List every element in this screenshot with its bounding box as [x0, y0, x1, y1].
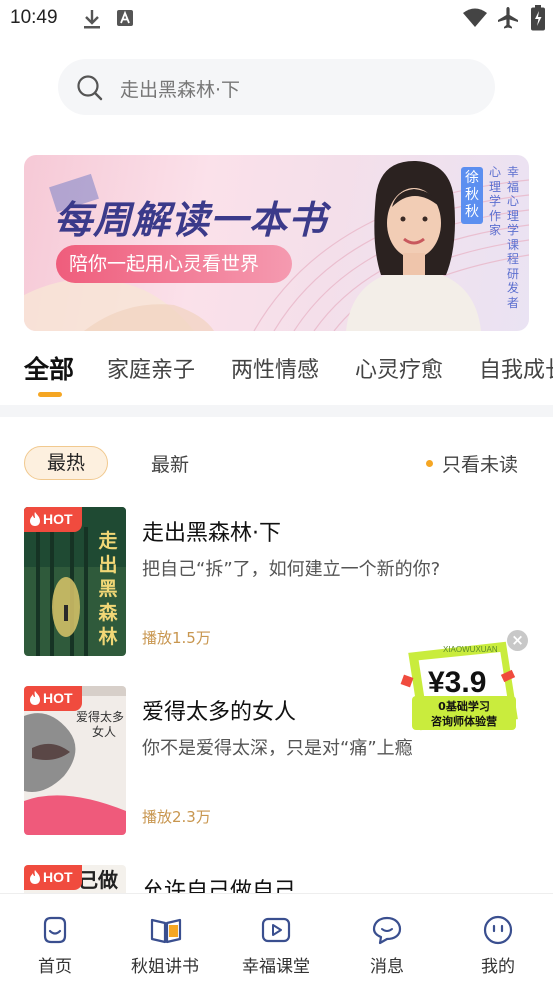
svg-text:森: 森 — [98, 601, 118, 624]
promo-banner[interactable]: 每周解读一本书 陪你一起用心灵看世界 徐秋秋 心理学作家 幸福心理学课程研发者 — [24, 155, 529, 331]
flame-icon — [30, 870, 40, 884]
hot-badge: HOT — [24, 686, 82, 711]
nav-messages[interactable]: 消息 — [332, 894, 442, 984]
nav-profile[interactable]: 我的 — [443, 894, 553, 984]
nav-profile-label: 我的 — [481, 957, 515, 977]
status-time: 10:49 — [10, 7, 58, 28]
nav-home-label: 首页 — [38, 957, 72, 977]
svg-text:爱得太多: 爱得太多 — [76, 709, 124, 724]
download-icon — [84, 10, 100, 29]
hot-badge-label: HOT — [43, 869, 73, 885]
unread-filter-dot — [426, 460, 433, 467]
hot-badge-label: HOT — [43, 511, 73, 527]
smile-icon — [43, 916, 67, 944]
text-app-icon — [117, 10, 133, 26]
book-description: 你不是爱得太深，只是对“痛”上瘾 — [142, 738, 413, 759]
filter-latest-button[interactable]: 最新 — [151, 450, 189, 477]
hot-badge-label: HOT — [43, 690, 73, 706]
nav-home[interactable]: 首页 — [0, 894, 110, 984]
battery-icon — [531, 5, 545, 31]
banner-title: 每周解读一本书 — [54, 198, 328, 242]
svg-text:出: 出 — [98, 553, 117, 576]
svg-text:己做: 己做 — [78, 868, 119, 892]
tab-relationships[interactable]: 两性情感 — [231, 352, 319, 384]
tab-healing[interactable]: 心灵疗愈 — [355, 352, 443, 384]
airplane-icon — [498, 7, 518, 29]
nav-book-talk-label: 秋姐讲书 — [131, 957, 199, 977]
ad-price: ¥3.9 — [428, 666, 486, 699]
svg-text:林: 林 — [98, 625, 117, 648]
play-icon — [261, 917, 291, 943]
category-tabs: 全部 家庭亲子 两性情感 心灵疗愈 自我成长 — [0, 352, 553, 392]
ad-brand: XIAOWUXUAN — [443, 645, 498, 654]
flame-icon — [30, 691, 40, 705]
search-icon — [77, 75, 103, 101]
tab-all[interactable]: 全部 — [24, 352, 74, 386]
play-count: 播放2.3万 — [142, 808, 211, 826]
nav-messages-label: 消息 — [370, 957, 404, 977]
section-divider — [0, 405, 553, 417]
svg-text:女人: 女人 — [92, 724, 116, 739]
tab-family[interactable]: 家庭亲子 — [107, 352, 195, 384]
hot-badge: HOT — [24, 507, 82, 532]
nav-happy-class-label: 幸福课堂 — [242, 957, 310, 977]
active-tab-indicator — [38, 392, 62, 397]
play-count: 播放1.5万 — [142, 629, 211, 647]
unread-only-toggle[interactable]: 只看未读 — [442, 450, 518, 477]
presenter-name-tag: 徐秋秋 — [461, 167, 483, 224]
chat-icon — [372, 916, 402, 945]
ad-line-2: 咨询师体验营 — [431, 714, 497, 728]
book-title: 爱得太多的女人 — [142, 700, 297, 725]
open-book-icon — [150, 918, 182, 944]
nav-book-talk[interactable]: 秋姐讲书 — [110, 894, 220, 984]
banner-subtitle: 陪你一起用心灵看世界 — [56, 245, 292, 283]
tab-self-growth[interactable]: 自我成长 — [479, 352, 553, 384]
close-ad-button[interactable]: × — [507, 630, 528, 651]
wifi-icon — [463, 8, 487, 27]
ad-line-1: 0基础学习 — [438, 699, 490, 713]
search-placeholder: 走出黑森林·下 — [120, 79, 241, 101]
flame-icon — [30, 512, 40, 526]
book-description: 把自己“拆”了，如何建立一个新的你? — [142, 559, 441, 580]
nav-happy-class[interactable]: 幸福课堂 — [221, 894, 331, 984]
book-title: 走出黑森林·下 — [142, 521, 281, 546]
status-bar: 10:49 — [0, 0, 553, 38]
svg-text:黑: 黑 — [98, 578, 117, 600]
profile-face-icon — [483, 915, 513, 945]
svg-text:走: 走 — [98, 530, 117, 552]
presenter-role-developer: 幸福心理学课程研发者 — [506, 165, 519, 310]
bottom-navigation: 首页 秋姐讲书 幸福课堂 消息 我的 — [0, 893, 553, 984]
search-input[interactable]: 走出黑森林·下 — [58, 59, 495, 115]
hot-badge: HOT — [24, 865, 82, 890]
presenter-role-writer: 心理学作家 — [488, 165, 501, 237]
filter-hot-button[interactable]: 最热 — [24, 446, 108, 480]
